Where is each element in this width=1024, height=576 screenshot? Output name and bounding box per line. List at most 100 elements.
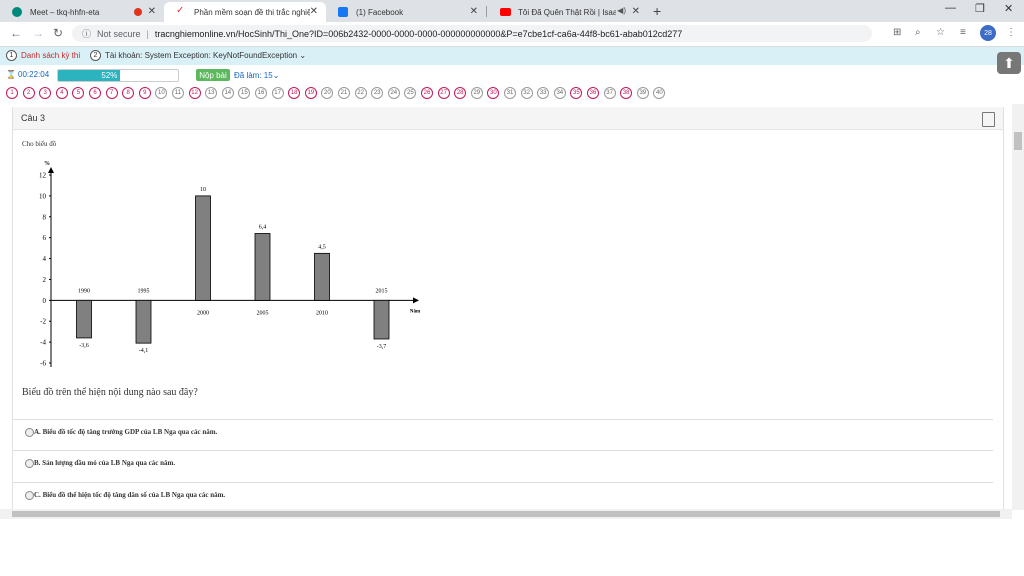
question-number-31[interactable]: 31 [504, 87, 516, 99]
question-number-37[interactable]: 37 [603, 87, 616, 99]
option-b[interactable]: B. Sản lượng dầu mỏ của LB Nga qua các n… [13, 450, 993, 481]
radio-button[interactable] [25, 459, 34, 468]
question-number-36[interactable]: 36 [587, 87, 599, 99]
question-number-30[interactable]: 30 [487, 87, 500, 99]
profile-avatar[interactable]: 28 [980, 25, 996, 41]
x-tick-label: 2015 [376, 288, 388, 294]
question-number-2[interactable]: 2 [22, 87, 35, 99]
x-axis-arrow [413, 297, 419, 304]
tab-meet[interactable]: Meet – tkq-hhfn-eta ✕ [0, 2, 164, 22]
speaker-icon[interactable]: ◀) [617, 6, 626, 15]
divider: | [146, 28, 149, 39]
menu-icon[interactable]: ⋮ [1006, 27, 1016, 38]
option-a[interactable]: A. Biểu đồ tốc độ tăng trưởng GDP của LB… [13, 419, 993, 450]
option-text: A. Biểu đồ tốc độ tăng trưởng GDP của LB… [34, 428, 218, 436]
question-number-13[interactable]: 13 [205, 87, 218, 99]
tab-tracnghiem[interactable]: ✓ Phần mềm soạn đề thi trắc nghiệ ✕ [164, 2, 326, 22]
url-text[interactable]: tracnghiemonline.vn/HocSinh/Thi_One?ID=0… [155, 29, 682, 39]
question-number-6[interactable]: 6 [89, 87, 101, 99]
submit-button[interactable]: Nộp bài [196, 69, 230, 81]
question-number-24[interactable]: 24 [387, 87, 400, 99]
close-tab-icon[interactable]: ✕ [632, 6, 640, 17]
account-menu[interactable]: Tài khoản: System Exception: KeyNotFound… [105, 51, 306, 60]
question-number-8[interactable]: 8 [122, 87, 135, 99]
question-number-4[interactable]: 4 [55, 87, 68, 99]
exam-list-link[interactable]: Danh sách kỳ thi [21, 51, 80, 60]
question-number-20[interactable]: 20 [321, 87, 334, 99]
timer-row: ⌛ 00:22:04 52% Nộp bài Đã làm: 15⌄ [0, 66, 1010, 86]
question-number-17[interactable]: 17 [271, 87, 284, 99]
close-tab-icon[interactable]: ✕ [310, 6, 318, 17]
question-title: Câu 3 [21, 113, 46, 123]
question-number-35[interactable]: 35 [570, 87, 583, 99]
close-tab-icon[interactable]: ✕ [148, 6, 156, 17]
y-tick-label: 0 [43, 297, 47, 305]
question-number-14[interactable]: 14 [221, 87, 234, 99]
question-number-18[interactable]: 18 [288, 87, 301, 99]
question-number-5[interactable]: 5 [72, 87, 85, 99]
note-edit-icon[interactable] [982, 112, 995, 127]
question-number-12[interactable]: 12 [188, 87, 201, 99]
hourglass-icon: ⌛ [6, 70, 16, 79]
y-tick-label: 10 [39, 192, 47, 200]
radio-button[interactable] [25, 428, 34, 437]
question-number-7[interactable]: 7 [105, 87, 118, 99]
bar-2010 [314, 252, 330, 301]
tab-youtube[interactable]: Tôi Đã Quên Thật Rồi | Isaac ◀) ✕ [488, 2, 648, 22]
star-icon[interactable]: ☆ [936, 27, 945, 38]
question-number-11[interactable]: 11 [172, 87, 184, 99]
question-number-29[interactable]: 29 [470, 87, 483, 99]
translate-icon[interactable]: ⊞ [893, 27, 901, 38]
progress-text: 52% [101, 71, 118, 80]
option-text: C. Biểu đồ thể hiện tốc độ tăng dân số c… [34, 491, 226, 499]
vertical-scrollbar[interactable] [1012, 104, 1024, 510]
horizontal-scrollbar[interactable] [0, 509, 1012, 519]
question-number-9[interactable]: 9 [138, 87, 151, 99]
question-number-22[interactable]: 22 [354, 87, 367, 99]
scroll-thumb[interactable] [1014, 132, 1022, 150]
question-number-1[interactable]: 1 [6, 87, 18, 99]
address-toolbar: ← → ↻ ⓘ Not secure | tracnghiemonline.vn… [0, 22, 1024, 47]
y-tick-label: 8 [43, 213, 47, 221]
question-number-16[interactable]: 16 [255, 87, 267, 99]
question-number-33[interactable]: 33 [537, 87, 550, 99]
new-tab-button[interactable]: + [653, 3, 661, 19]
question-number-27[interactable]: 27 [437, 87, 450, 99]
done-count[interactable]: Đã làm: 15⌄ [234, 71, 279, 80]
y-tick-label: -6 [40, 360, 46, 368]
back-icon[interactable]: ← [10, 26, 22, 40]
tab-title: (1) Facebook [356, 7, 404, 17]
question-number-28[interactable]: 28 [454, 87, 467, 99]
maximize-icon[interactable]: ❐ [975, 2, 985, 15]
chevron-down-icon: ⌄ [299, 51, 307, 60]
reading-list-icon[interactable]: ≡ [960, 27, 966, 38]
question-number-38[interactable]: 38 [620, 87, 633, 99]
zoom-icon[interactable]: ⌕ [915, 27, 921, 38]
close-tab-icon[interactable]: ✕ [470, 6, 478, 17]
question-number-25[interactable]: 25 [404, 87, 417, 99]
minimize-icon[interactable]: — [945, 2, 956, 14]
question-number-3[interactable]: 3 [39, 87, 52, 99]
question-number-21[interactable]: 21 [338, 87, 350, 99]
omnibox[interactable]: ⓘ Not secure | tracnghiemonline.vn/HocSi… [72, 25, 872, 42]
tab-facebook[interactable]: (1) Facebook ✕ [326, 2, 486, 22]
reload-icon[interactable]: ↻ [53, 26, 63, 40]
question-number-26[interactable]: 26 [421, 87, 433, 99]
close-window-icon[interactable]: ✕ [1004, 2, 1013, 15]
info-icon[interactable]: ⓘ [82, 27, 91, 40]
y-tick-label: 6 [43, 234, 47, 242]
question-number-10[interactable]: 10 [155, 87, 168, 99]
scroll-thumb[interactable] [12, 511, 1000, 517]
forward-icon[interactable]: → [32, 26, 44, 40]
question-number-34[interactable]: 34 [553, 87, 566, 99]
question-number-32[interactable]: 32 [520, 87, 533, 99]
tab-separator [486, 6, 487, 17]
question-number-39[interactable]: 39 [636, 87, 649, 99]
radio-button[interactable] [25, 491, 34, 500]
question-number-15[interactable]: 15 [238, 87, 251, 99]
question-number-19[interactable]: 19 [304, 87, 317, 99]
question-number-40[interactable]: 40 [653, 87, 666, 99]
question-number-23[interactable]: 23 [371, 87, 384, 99]
x-tick-label: 2010 [316, 310, 328, 316]
x-tick-label: 2005 [257, 310, 269, 316]
